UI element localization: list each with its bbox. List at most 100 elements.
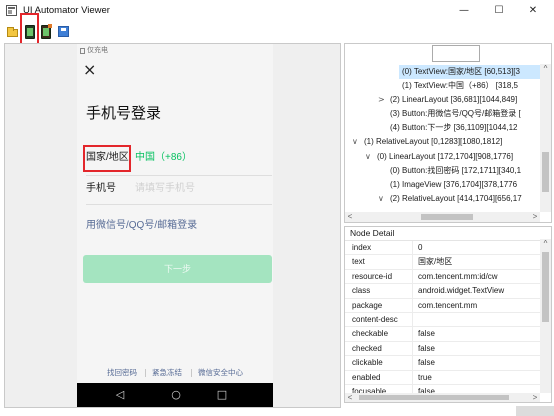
hierarchy-tree-pane: (0) TextView:国家/地区 [60,513][3 (1) TextVi… (344, 43, 552, 223)
recent-apps-icon[interactable]: □ (212, 383, 232, 407)
tree-horizontal-scrollbar[interactable]: < > (345, 212, 540, 222)
tree-row[interactable]: > (2) LinearLayout [36,681][1044,849] (345, 93, 540, 107)
scroll-thumb[interactable] (359, 395, 509, 400)
recover-password-link[interactable]: 找回密码 (107, 368, 137, 378)
detail-value: false (418, 329, 435, 339)
detail-key: checked (352, 343, 382, 353)
tree-vertical-scrollbar[interactable]: ^ (540, 64, 551, 212)
detail-row[interactable]: package com.tencent.mm (345, 298, 540, 313)
detail-row[interactable]: class android.widget.TextView (345, 284, 540, 299)
scroll-left-icon[interactable]: < (345, 212, 355, 222)
detail-key: enabled (352, 372, 381, 382)
detail-row[interactable]: checked false (345, 341, 540, 357)
detail-row[interactable]: clickable false (345, 356, 540, 371)
page-title[interactable]: 手机号登录 (86, 105, 161, 123)
next-button[interactable]: 下一步 (83, 255, 272, 283)
scroll-thumb[interactable] (421, 214, 473, 220)
tree-row[interactable]: ∨ (1) RelativeLayout [0,1283][1080,1812] (345, 135, 540, 149)
detail-key: focusable (352, 386, 387, 393)
toolbar (0, 22, 554, 42)
detail-key: content-desc (352, 314, 398, 324)
phone-input[interactable]: 请填写手机号 (135, 182, 195, 195)
tree-toolbar[interactable] (432, 45, 480, 62)
detail-value: false (418, 343, 435, 353)
android-nav-bar: ◁ ○ □ (77, 383, 273, 407)
scroll-thumb[interactable] (542, 252, 549, 322)
home-icon[interactable]: ○ (166, 383, 186, 407)
tree-row-label: (1) RelativeLayout [0,1283][1080,1812] (364, 137, 503, 147)
detail-vertical-scrollbar[interactable]: ^ (540, 239, 551, 393)
collapse-chevron-icon[interactable]: ∨ (378, 192, 384, 206)
detail-value: 0 (418, 243, 423, 252)
tree-row-label: (1) TextView:中国（+86） [318,5 (402, 81, 518, 91)
tree-row[interactable]: (1) ImageView [376,1704][378,1776 (345, 178, 540, 192)
detail-value: false (418, 358, 435, 368)
maximize-button[interactable]: ☐ (484, 2, 514, 20)
detail-row[interactable]: enabled true (345, 370, 540, 385)
expand-chevron-icon[interactable]: > (378, 93, 385, 107)
scroll-up-icon[interactable]: ^ (540, 239, 551, 249)
detail-value: com.tencent.mm:id/cw (418, 271, 498, 281)
divider (86, 175, 272, 176)
scroll-thumb[interactable] (542, 152, 549, 192)
minimize-button[interactable]: — (449, 2, 479, 20)
save-icon[interactable] (58, 26, 69, 37)
detail-row[interactable]: content-desc (345, 312, 540, 328)
tree-row-label: (2) RelativeLayout [414,1704][656,17 (390, 193, 522, 203)
scroll-left-icon[interactable]: < (345, 393, 355, 402)
taskbar-fragment (516, 406, 554, 416)
detail-value: android.widget.TextView (418, 286, 505, 296)
country-value[interactable]: 中国（+86） (135, 151, 192, 164)
scroll-right-icon[interactable]: > (530, 393, 540, 402)
hierarchy-tree[interactable]: (0) TextView:国家/地区 [60,513][3 (1) TextVi… (345, 65, 540, 212)
screenshot-pane[interactable]: 仅充电 × 手机号登录 国家/地区 中国（+86） 手机号 请填写手机号 用微信… (4, 43, 341, 408)
emergency-freeze-link[interactable]: 紧急冻结 (152, 368, 182, 378)
detail-key: resource-id (352, 271, 393, 281)
detail-row[interactable]: index 0 (345, 241, 540, 256)
node-detail-pane: Node Detail index 0 text 国家/地区 resource-id… (344, 226, 552, 403)
detail-key: checkable (352, 329, 389, 339)
tree-row[interactable]: (4) Button:下一步 [36,1109][1044,12 (345, 121, 540, 135)
detail-row[interactable]: text 国家/地区 (345, 255, 540, 270)
usb-icon (80, 48, 85, 54)
tree-row-label: (0) LinearLayout [172,1704][908,1776] (377, 151, 514, 161)
tree-row[interactable]: ∨ (2) RelativeLayout [414,1704][656,17 (345, 192, 540, 206)
detail-value: false (418, 386, 435, 393)
node-detail-table[interactable]: index 0 text 国家/地区 resource-id com.tencent.… (345, 240, 540, 393)
tree-row[interactable]: (3) Button:用微信号/QQ号/邮箱登录 [ (345, 107, 540, 121)
footer-separator (191, 369, 192, 377)
detail-key: package (352, 300, 383, 310)
tree-row[interactable]: (0) Button:找回密码 [172,1711][340,1 (345, 164, 540, 178)
detail-row[interactable]: focusable false (345, 384, 540, 393)
tree-row[interactable]: (0) TextView:国家/地区 [60,513][3 (345, 65, 540, 80)
detail-row[interactable]: resource-id com.tencent.mm:id/cw (345, 269, 540, 285)
security-center-link[interactable]: 微信安全中心 (198, 368, 243, 378)
close-button[interactable]: ✕ (518, 2, 548, 20)
phone-label[interactable]: 手机号 (86, 182, 116, 195)
collapse-chevron-icon[interactable]: ∨ (365, 150, 371, 164)
app-icon (6, 5, 17, 16)
scroll-up-icon[interactable]: ^ (540, 64, 551, 74)
open-folder-icon[interactable] (7, 27, 18, 37)
device-screenshot-compressed-icon[interactable] (41, 24, 52, 39)
status-bar-text: 仅充电 (87, 47, 108, 54)
close-icon[interactable]: × (83, 62, 96, 78)
detail-value: com.tencent.mm (418, 300, 478, 310)
detail-key: class (352, 286, 371, 296)
tree-row[interactable]: ∨ (0) LinearLayout [172,1704][908,1776] (345, 150, 540, 164)
annotation-highlight-box (83, 145, 131, 172)
device-screen[interactable]: 仅充电 × 手机号登录 国家/地区 中国（+86） 手机号 请填写手机号 用微信… (77, 44, 273, 407)
detail-row[interactable]: checkable false (345, 327, 540, 342)
back-icon[interactable]: ◁ (110, 383, 130, 407)
scroll-right-icon[interactable]: > (530, 212, 540, 222)
tree-row[interactable]: (1) TextView:中国（+86） [318,5 (345, 79, 540, 93)
tree-row-label: (0) Button:找回密码 [172,1711][340,1 (390, 165, 522, 175)
detail-value: 国家/地区 (418, 257, 453, 267)
alt-login-link[interactable]: 用微信号/QQ号/邮箱登录 (86, 219, 197, 232)
detail-value: true (418, 372, 432, 382)
collapse-chevron-icon[interactable]: ∨ (352, 135, 358, 149)
tree-row-label: (3) Button:用微信号/QQ号/邮箱登录 [ (390, 109, 521, 119)
detail-horizontal-scrollbar[interactable]: < > (345, 393, 540, 402)
divider (86, 204, 272, 205)
tree-row-label: (1) ImageView [376,1704][378,1776 (390, 179, 518, 189)
